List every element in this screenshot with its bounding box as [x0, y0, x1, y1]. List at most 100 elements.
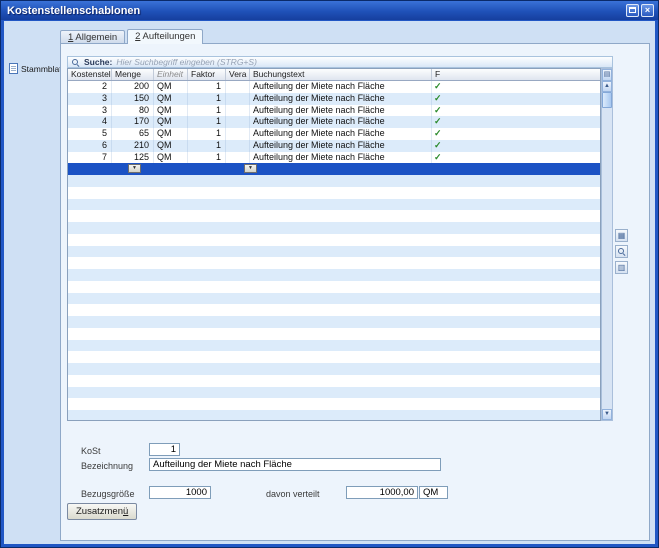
empty-row[interactable]	[68, 398, 600, 410]
scroll-down-button[interactable]: ▼	[602, 409, 612, 420]
cell-menge: 125	[112, 152, 154, 164]
cell-kostenstelle: 7	[68, 152, 112, 164]
empty-row[interactable]	[68, 222, 600, 234]
column-header-buchungstext[interactable]: Buchungstext	[250, 69, 432, 80]
empty-row[interactable]	[68, 234, 600, 246]
scrollbar-thumb[interactable]	[602, 92, 612, 108]
new-row-editor[interactable]: ▼▼	[68, 163, 600, 175]
search-bar[interactable]: Suche: Hier Suchbegriff eingeben (STRG+S…	[67, 56, 613, 68]
tab-aufteilungen[interactable]: 2 Aufteilungen	[127, 29, 203, 44]
column-header-f[interactable]: F	[432, 69, 600, 80]
davon-verteilt-input[interactable]	[346, 486, 418, 499]
columns-button[interactable]: ▥	[615, 261, 628, 274]
kost-label: KoSt	[81, 446, 101, 456]
table-row[interactable]: 7125QM1Aufteilung der Miete nach Fläche✓	[68, 152, 600, 164]
cell-menge: 80	[112, 105, 154, 117]
cell-vera	[226, 116, 250, 128]
empty-row[interactable]	[68, 387, 600, 399]
empty-row[interactable]	[68, 210, 600, 222]
cell-kostenstelle: 5	[68, 128, 112, 140]
cell-buchungstext: Aufteilung der Miete nach Fläche	[250, 128, 432, 140]
empty-row[interactable]	[68, 340, 600, 352]
column-header-faktor[interactable]: Faktor	[188, 69, 226, 80]
cell-menge: 65	[112, 128, 154, 140]
cell-menge: 200	[112, 81, 154, 93]
cell-buchungstext: Aufteilung der Miete nach Fläche	[250, 105, 432, 117]
window-title: Kostenstellenschablonen	[7, 5, 626, 17]
zusatzmenu-button[interactable]: Zusatzmenü	[67, 503, 137, 520]
bezugsgroesse-label: Bezugsgröße	[81, 489, 135, 499]
empty-row[interactable]	[68, 257, 600, 269]
cell-kostenstelle: 2	[68, 81, 112, 93]
cell-menge: 210	[112, 140, 154, 152]
empty-row[interactable]	[68, 293, 600, 305]
table-row[interactable]: 2200QM1Aufteilung der Miete nach Fläche✓	[68, 81, 600, 93]
maximize-button[interactable]	[626, 4, 639, 17]
empty-row[interactable]	[68, 363, 600, 375]
search-label: Suche:	[84, 57, 112, 67]
scroll-up-button[interactable]: ▲	[602, 81, 612, 92]
table-row[interactable]: 4170QM1Aufteilung der Miete nach Fläche✓	[68, 116, 600, 128]
cell-f: ✓	[432, 128, 600, 140]
scrollbar-track[interactable]	[602, 108, 612, 409]
cell-vera	[226, 105, 250, 117]
empty-row[interactable]	[68, 316, 600, 328]
grid-body: 2200QM1Aufteilung der Miete nach Fläche✓…	[68, 81, 600, 421]
dropdown-button[interactable]: ▼	[244, 164, 257, 173]
bezugsgroesse-input[interactable]	[149, 486, 211, 499]
column-chooser-button[interactable]: ▤	[602, 69, 612, 81]
table-row[interactable]: 380QM1Aufteilung der Miete nach Fläche✓	[68, 105, 600, 117]
empty-row[interactable]	[68, 304, 600, 316]
tab-control: 1 Allgemein 2 Aufteilungen Suche: Hier S…	[60, 29, 650, 541]
empty-row[interactable]	[68, 328, 600, 340]
titlebar[interactable]: Kostenstellenschablonen ×	[1, 1, 658, 20]
table-row[interactable]: 565QM1Aufteilung der Miete nach Fläche✓	[68, 128, 600, 140]
empty-row[interactable]	[68, 410, 600, 421]
search-icon	[71, 58, 80, 67]
sidebar: Stammblatt	[4, 21, 58, 544]
sidebar-item-label: Stammblatt	[21, 64, 64, 74]
davon-verteilt-unit-input[interactable]	[419, 486, 448, 499]
cell-faktor: 1	[188, 81, 226, 93]
vertical-scrollbar[interactable]: ▤ ▲ ▼	[601, 68, 613, 421]
cell-faktor: 1	[188, 93, 226, 105]
bezeichnung-input[interactable]	[149, 458, 441, 471]
cell-f: ✓	[432, 105, 600, 117]
close-button[interactable]: ×	[641, 4, 654, 17]
tab-label: Allgemein	[73, 32, 117, 43]
cell-einheit: QM	[154, 116, 188, 128]
empty-row[interactable]	[68, 351, 600, 363]
cell-einheit: QM	[154, 93, 188, 105]
cell-einheit: QM	[154, 81, 188, 93]
grid-view-button[interactable]: ▦	[615, 229, 628, 242]
maximize-icon	[629, 7, 636, 13]
cell-faktor: 1	[188, 116, 226, 128]
empty-row[interactable]	[68, 187, 600, 199]
button-accel: ü	[123, 506, 128, 517]
table-row[interactable]: 6210QM1Aufteilung der Miete nach Fläche✓	[68, 140, 600, 152]
davon-verteilt-label: davon verteilt	[266, 489, 320, 499]
table-row[interactable]: 3150QM1Aufteilung der Miete nach Fläche✓	[68, 93, 600, 105]
sidebar-item-stammblatt[interactable]: Stammblatt	[9, 63, 64, 74]
grid-header: KostenstelleMengeEinheitFaktorVeraBuchun…	[68, 69, 600, 81]
kost-input[interactable]	[149, 443, 180, 456]
cell-vera	[226, 93, 250, 105]
cell-vera	[226, 128, 250, 140]
empty-row[interactable]	[68, 199, 600, 211]
column-header-vera[interactable]: Vera	[226, 69, 250, 80]
cell-kostenstelle: 4	[68, 116, 112, 128]
column-header-kostenstelle[interactable]: Kostenstelle	[68, 69, 112, 80]
column-header-menge[interactable]: Menge	[112, 69, 154, 80]
cell-buchungstext: Aufteilung der Miete nach Fläche	[250, 81, 432, 93]
empty-row[interactable]	[68, 269, 600, 281]
empty-row[interactable]	[68, 375, 600, 387]
empty-row[interactable]	[68, 175, 600, 187]
dropdown-button[interactable]: ▼	[128, 164, 141, 173]
zoom-button[interactable]	[615, 245, 628, 258]
tab-strip: 1 Allgemein 2 Aufteilungen	[60, 29, 650, 43]
tab-allgemein[interactable]: 1 Allgemein	[60, 30, 125, 43]
column-header-einheit[interactable]: Einheit	[154, 69, 188, 80]
empty-row[interactable]	[68, 281, 600, 293]
bezeichnung-label: Bezeichnung	[81, 461, 133, 471]
empty-row[interactable]	[68, 246, 600, 258]
